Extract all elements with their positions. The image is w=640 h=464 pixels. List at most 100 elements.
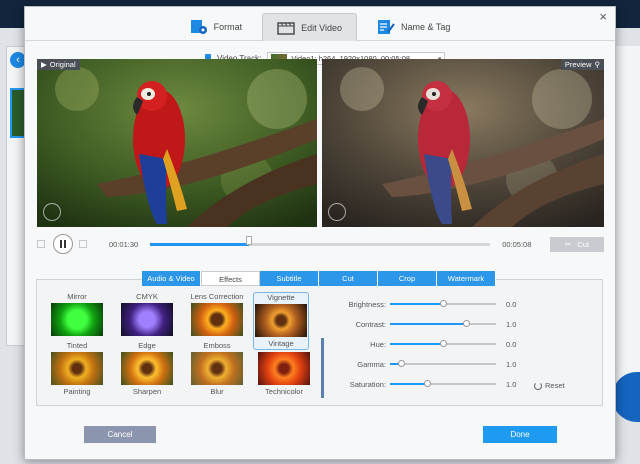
adjustment-row: Contrast: 1.0 xyxy=(340,318,570,330)
tab-format[interactable]: Format xyxy=(176,13,257,41)
preview-label: Preview xyxy=(564,60,592,69)
effect-label: Mirror xyxy=(67,292,87,301)
effect-thumb xyxy=(121,303,173,336)
adjustment-knob[interactable] xyxy=(424,380,432,387)
parrot-image-original xyxy=(37,59,317,227)
adjustment-label: Contrast: xyxy=(355,319,386,329)
tab-subtitle[interactable]: Subtitle xyxy=(260,271,319,286)
adjustment-row: Gamma: 1.0 xyxy=(340,358,570,370)
zoom-icon: ⚲ xyxy=(594,60,601,69)
timeline-slider[interactable] xyxy=(150,235,491,246)
tab-watermark[interactable]: Watermark xyxy=(437,271,496,286)
edit-video-icon xyxy=(277,21,295,35)
adjustment-row: Brightness: 0.0 xyxy=(340,298,570,310)
tab-format-label: Format xyxy=(213,22,243,32)
effect-label: Sharpen xyxy=(132,387,162,396)
adjustment-slider[interactable] xyxy=(390,320,496,327)
adjustment-slider[interactable] xyxy=(390,340,496,347)
effects-scrollbar[interactable] xyxy=(321,338,324,398)
preview-label-badge[interactable]: Preview ⚲ xyxy=(560,59,604,70)
tab-crop[interactable]: Crop xyxy=(378,271,437,286)
done-button[interactable]: Done xyxy=(483,426,557,443)
effect-thumb xyxy=(191,352,243,385)
adjustment-value: 1.0 xyxy=(506,359,517,369)
adjustment-fill xyxy=(390,323,467,325)
adjustment-label: Brightness: xyxy=(348,299,386,309)
total-time: 00:05:08 xyxy=(502,239,532,249)
original-label-badge: ▶ Original xyxy=(37,59,80,70)
effect-thumb xyxy=(51,303,103,336)
playback-controls: 00:01:30 00:05:08 ✂ Cut xyxy=(37,233,604,255)
adjustment-slider[interactable] xyxy=(390,300,496,307)
effect-lens-correction[interactable]: Lens Correction xyxy=(189,292,245,336)
timeline-progress xyxy=(150,242,249,246)
tab-name-tag-label: Name & Tag xyxy=(401,22,451,32)
reset-icon xyxy=(534,381,542,390)
cut-button-label: Cut xyxy=(577,239,589,249)
adjustment-fill xyxy=(390,303,443,305)
adjustment-slider[interactable] xyxy=(390,380,496,387)
current-time: 00:01:30 xyxy=(109,239,139,249)
effect-label: Painting xyxy=(63,387,91,396)
adjustment-knob[interactable] xyxy=(463,320,471,327)
tab-audio-video[interactable]: Audio & Video xyxy=(142,271,201,286)
watermark-icon xyxy=(328,203,346,221)
adjustment-value: 0.0 xyxy=(506,339,517,349)
effect-label: CMYK xyxy=(136,292,158,301)
effect-label: Edge xyxy=(138,341,156,350)
tab-effects[interactable]: Effects xyxy=(201,271,260,286)
effect-label: Vignette xyxy=(267,293,295,302)
prev-frame-icon[interactable] xyxy=(37,240,45,248)
effect-technicolor[interactable]: . Technicolor xyxy=(256,341,312,396)
reset-button[interactable]: Reset xyxy=(534,381,565,390)
adjustment-row: Hue: 0.0 xyxy=(340,338,570,350)
dialog-tabs: Format Edit Video Name & Tag xyxy=(25,7,615,41)
effect-label: Emboss xyxy=(203,341,231,350)
adjustment-knob[interactable] xyxy=(440,340,447,347)
effect-label: Technicolor xyxy=(265,387,303,396)
scissors-icon: ✂ xyxy=(565,239,572,249)
adjustment-knob[interactable] xyxy=(397,360,405,367)
format-icon xyxy=(190,20,207,34)
effect-thumb xyxy=(258,352,310,385)
effect-tinted[interactable]: Tinted Painting xyxy=(49,341,105,396)
effect-thumb xyxy=(191,303,243,336)
pause-button[interactable] xyxy=(53,234,73,254)
adjustment-value: 1.0 xyxy=(506,379,517,389)
effect-edge[interactable]: Edge Sharpen xyxy=(119,341,175,396)
cut-button[interactable]: ✂ Cut xyxy=(550,236,604,252)
cancel-button[interactable]: Cancel xyxy=(84,426,156,443)
play-icon: ▶ xyxy=(41,60,47,69)
effect-emboss[interactable]: Emboss Blur xyxy=(189,341,245,396)
tab-edit-video-label: Edit Video xyxy=(301,22,343,33)
next-frame-icon[interactable] xyxy=(79,240,87,248)
parrot-image-preview xyxy=(322,59,604,227)
adjustment-value: 0.0 xyxy=(506,299,517,309)
adjustment-slider[interactable] xyxy=(390,360,496,367)
tab-edit-video[interactable]: Edit Video xyxy=(262,13,358,41)
adjustment-knob[interactable] xyxy=(440,300,447,307)
effect-label: Tinted xyxy=(66,341,88,350)
effect-thumb xyxy=(51,352,103,385)
original-label: Original xyxy=(49,60,76,69)
effect-mirror[interactable]: Mirror xyxy=(49,292,105,336)
adjustment-fill xyxy=(390,383,428,385)
adjustment-label: Gamma: xyxy=(357,359,386,369)
effect-thumb xyxy=(121,352,173,385)
adjustment-value: 1.0 xyxy=(506,319,517,329)
effect-label: Lens Correction xyxy=(190,292,244,301)
adjustment-label: Hue: xyxy=(370,339,386,349)
pause-icon xyxy=(60,240,62,248)
sub-tabs: Audio & Video Effects Subtitle Cut Crop … xyxy=(142,271,496,286)
effect-cmyk[interactable]: CMYK xyxy=(119,292,175,336)
tab-name-tag[interactable]: Name & Tag xyxy=(363,13,464,41)
effect-thumb xyxy=(255,304,307,337)
adjustment-fill xyxy=(390,343,443,345)
watermark-icon xyxy=(43,203,61,221)
effect-label: Blur xyxy=(210,387,224,396)
timeline-handle[interactable] xyxy=(245,235,252,245)
background-right-panel xyxy=(614,46,640,386)
adjustment-label: Saturation: xyxy=(349,379,386,389)
name-tag-icon xyxy=(378,20,395,34)
tab-cut[interactable]: Cut xyxy=(319,271,378,286)
